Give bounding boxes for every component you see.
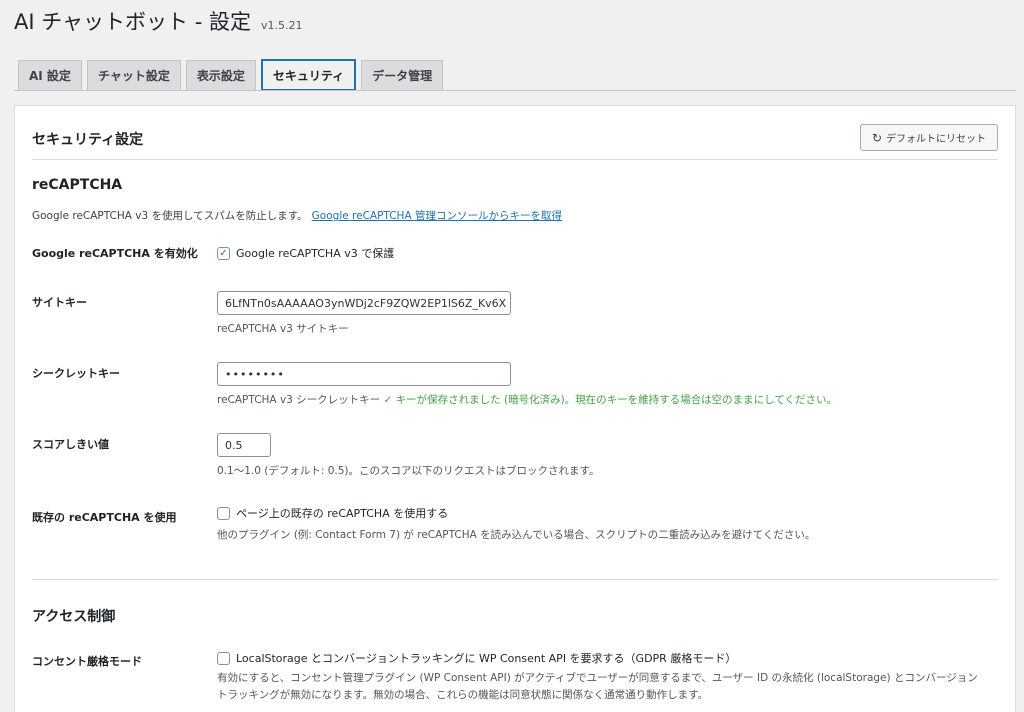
secret-key-label: シークレットキー <box>32 367 120 380</box>
score-threshold-field: 0.5 0.1〜1.0 (デフォルト: 0.5)。このスコア以下のリクエストはブ… <box>217 433 599 478</box>
page-header: AI チャットボット - 設定 v1.5.21 <box>14 6 302 36</box>
tab-divider <box>14 90 1016 91</box>
section-title: セキュリティ設定 <box>32 132 144 148</box>
site-key-label: サイトキー <box>32 296 87 309</box>
settings-tabs: AI 設定 チャット設定 表示設定 セキュリティ データ管理 <box>18 59 448 91</box>
reset-label: デフォルトにリセット <box>886 134 987 145</box>
recaptcha-console-link[interactable]: Google reCAPTCHA 管理コンソールからキーを取得 <box>312 210 562 222</box>
tab-security[interactable]: セキュリティ <box>260 59 357 91</box>
secret-key-help-text: reCAPTCHA v3 シークレットキー <box>217 394 381 406</box>
recaptcha-enable-field: ✓ Google reCAPTCHA v3 で保護 <box>217 245 394 261</box>
consent-strict-row: LocalStorage とコンバージョントラッキングに WP Consent … <box>217 650 987 666</box>
page-title: AI チャットボット - 設定 <box>14 10 251 34</box>
consent-strict-checkbox-label: LocalStorage とコンバージョントラッキングに WP Consent … <box>236 652 737 665</box>
security-panel: セキュリティ設定 ↻ デフォルトにリセット reCAPTCHA Google r… <box>14 105 1016 712</box>
tab-data-management[interactable]: データ管理 <box>361 60 444 90</box>
consent-strict-help: 有効にすると、コンセント管理プラグイン (WP Consent API) がアク… <box>217 672 978 701</box>
existing-recaptcha-checkbox[interactable] <box>217 506 230 520</box>
existing-recaptcha-help: 他のプラグイン (例: Contact Form 7) が reCAPTCHA … <box>217 529 816 541</box>
existing-recaptcha-row: ページ上の既存の reCAPTCHA を使用する <box>217 505 815 521</box>
existing-recaptcha-checkbox-label: ページ上の既存の reCAPTCHA を使用する <box>236 507 449 520</box>
recaptcha-description-text: Google reCAPTCHA v3 を使用してスパムを防止します。 <box>32 210 308 222</box>
reset-icon: ↻ <box>871 130 883 145</box>
consent-strict-field: LocalStorage とコンバージョントラッキングに WP Consent … <box>217 650 987 704</box>
site-key-input[interactable]: 6LfNTn0sAAAAAO3ynWDj2cF9ZQW2EP1lS6Z_Kv6X <box>217 291 511 315</box>
section-divider <box>32 159 998 160</box>
secret-key-input[interactable]: •••••••• <box>217 362 511 386</box>
reset-default-button[interactable]: ↻ デフォルトにリセット <box>860 124 998 151</box>
recaptcha-enable-checkbox-label: Google reCAPTCHA v3 で保護 <box>236 247 395 260</box>
recaptcha-title: reCAPTCHA <box>32 177 123 193</box>
recaptcha-enable-label: Google reCAPTCHA を有効化 <box>32 247 198 260</box>
consent-strict-checkbox[interactable] <box>217 651 230 665</box>
site-key-field: 6LfNTn0sAAAAAO3ynWDj2cF9ZQW2EP1lS6Z_Kv6X… <box>217 291 511 336</box>
recaptcha-enable-checkbox[interactable]: ✓ <box>217 246 230 260</box>
secret-key-help: reCAPTCHA v3 シークレットキー ✓ キーが保存されました (暗号化済… <box>217 392 837 407</box>
recaptcha-description: Google reCAPTCHA v3 を使用してスパムを防止します。 Googl… <box>32 208 562 223</box>
score-threshold-help: 0.1〜1.0 (デフォルト: 0.5)。このスコア以下のリクエストはブロックさ… <box>217 465 600 477</box>
recaptcha-enable-row: ✓ Google reCAPTCHA v3 で保護 <box>217 245 394 261</box>
existing-recaptcha-field: ページ上の既存の reCAPTCHA を使用する 他のプラグイン (例: Con… <box>217 505 815 542</box>
site-key-help: reCAPTCHA v3 サイトキー <box>217 323 349 335</box>
access-divider <box>32 579 998 580</box>
tab-ai-settings[interactable]: AI 設定 <box>18 60 82 90</box>
existing-recaptcha-label: 既存の reCAPTCHA を使用 <box>32 511 177 524</box>
secret-key-saved-message: ✓ キーが保存されました (暗号化済み)。現在のキーを維持する場合は空のままにし… <box>383 394 838 406</box>
version-badge: v1.5.21 <box>260 19 303 32</box>
tab-display-settings[interactable]: 表示設定 <box>185 60 256 90</box>
consent-strict-label: コンセント厳格モード <box>32 655 142 668</box>
tab-chat-settings[interactable]: チャット設定 <box>86 60 181 90</box>
secret-key-field: •••••••• reCAPTCHA v3 シークレットキー ✓ キーが保存され… <box>217 362 837 407</box>
score-threshold-label: スコアしきい値 <box>32 438 109 451</box>
access-control-title: アクセス制御 <box>32 609 116 625</box>
score-threshold-input[interactable]: 0.5 <box>217 433 271 457</box>
